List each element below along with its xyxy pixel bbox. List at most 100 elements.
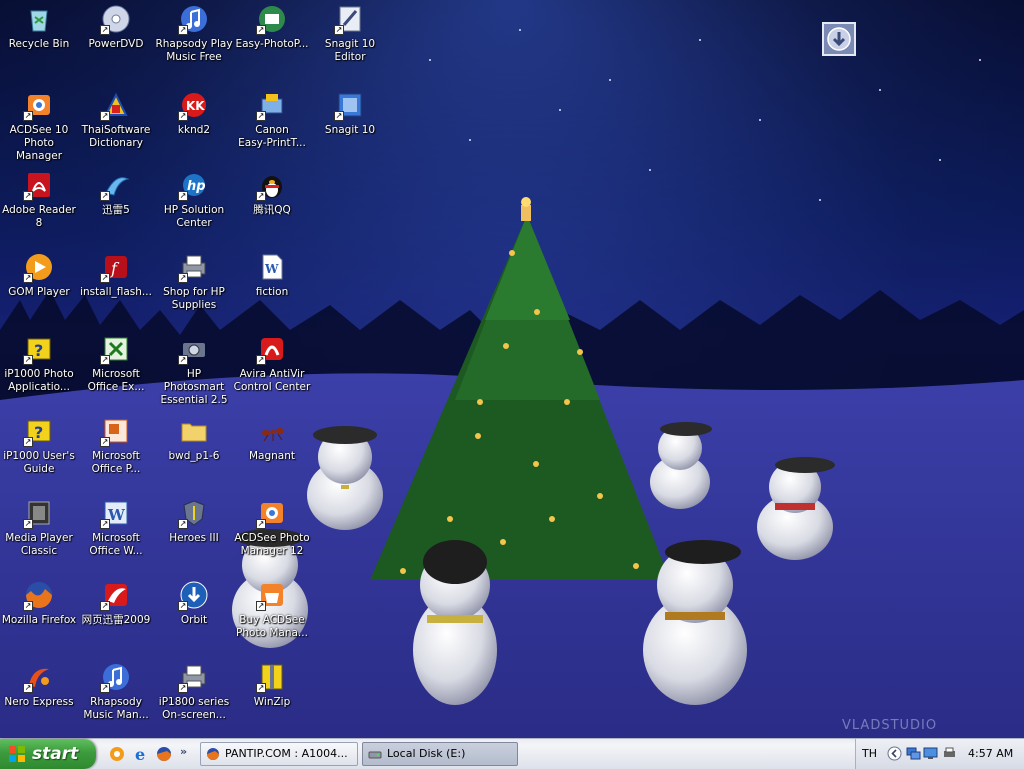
shortcut-arrow-icon: ↗ [100, 273, 110, 283]
svg-text:?: ? [34, 341, 43, 360]
desktop-icon[interactable]: hp ↗ HP Solution Center [155, 169, 233, 249]
desktop-icon[interactable]: ↗ 网页迅雷2009 [77, 579, 155, 659]
desktop-icon-label: iP1000 User's Guide [3, 450, 75, 475]
desktop-icon[interactable]: KK ↗ kknd2 [155, 89, 233, 169]
desktop-icon[interactable]: ↗ Snagit 10 [311, 89, 389, 169]
desktop-icon[interactable]: ↗ 腾讯QQ [233, 169, 311, 249]
download-icon: ↗ [178, 579, 210, 611]
desktop-icon[interactable]: ↗ Nero Express [0, 661, 78, 738]
svg-text:W: W [264, 262, 279, 276]
shortcut-arrow-icon: ↗ [178, 355, 188, 365]
desktop-icon[interactable]: ↗ Buy ACDSee Photo Mana... [233, 579, 311, 659]
desktop-icon[interactable]: ↗ GOM Player [0, 251, 78, 331]
thunder-web-icon: ↗ [100, 579, 132, 611]
desktop-icon[interactable]: ↗ iP1800 series On-screen... [155, 661, 233, 738]
windows-logo-icon [9, 746, 25, 762]
task-label: Local Disk (E:) [387, 747, 466, 760]
desktop-icon[interactable]: Magnant [233, 415, 311, 495]
clock[interactable]: 4:57 AM [968, 747, 1013, 760]
desktop-icon[interactable]: ↗ Shop for HP Supplies [155, 251, 233, 331]
printer-tray-icon[interactable] [942, 746, 957, 761]
desktop-icon-label: 网页迅雷2009 [81, 614, 151, 626]
desktop-icon[interactable]: ↗ PowerDVD [77, 3, 155, 83]
shortcut-arrow-icon: ↗ [178, 111, 188, 121]
desktop-icon[interactable]: ↗ ThaiSoftware Dictionary [77, 89, 155, 169]
desktop-icon[interactable]: ↗ HP Photosmart Essential 2.5 [155, 333, 233, 413]
desktop[interactable]: Recycle Bin ↗ PowerDVD ↗ Rhapsody Play Music… [0, 0, 1024, 738]
shortcut-arrow-icon: ↗ [178, 519, 188, 529]
photo-print-icon: ↗ [256, 3, 288, 35]
shortcut-arrow-icon: ↗ [178, 273, 188, 283]
desktop-icon-label: Rhapsody Music Man... [83, 696, 149, 721]
desktop-icon-label: Adobe Reader 8 [2, 204, 76, 229]
desktop-icon-label: WinZip [253, 696, 291, 708]
desktop-icon[interactable]: W ↗ Microsoft Office W... [77, 497, 155, 577]
quicklaunch-media-icon[interactable] [108, 745, 126, 763]
desktop-icon[interactable]: Wfiction [233, 251, 311, 331]
shortcut-arrow-icon: ↗ [100, 111, 110, 121]
network-icon[interactable] [906, 746, 921, 761]
quicklaunch-firefox-icon[interactable] [155, 745, 173, 763]
desktop-icon[interactable]: ↗ Avira AntiVir Control Center [233, 333, 311, 413]
shortcut-arrow-icon: ↗ [100, 355, 110, 365]
quicklaunch-overflow-chevron-icon[interactable]: » [180, 745, 187, 758]
desktop-icon[interactable]: ? ↗ iP1000 Photo Applicatio... [0, 333, 78, 413]
hp-icon: hp ↗ [178, 169, 210, 201]
language-indicator[interactable]: TH [862, 747, 877, 760]
thunder-icon: ↗ [100, 169, 132, 201]
taskbar-button-local-disk[interactable]: Local Disk (E:) [362, 742, 518, 766]
desktop-icon-label: iP1000 Photo Applicatio... [4, 368, 74, 393]
desktop-icon-label: Mozilla Firefox [1, 614, 77, 626]
desktop-icon[interactable]: Recycle Bin [0, 3, 78, 83]
svg-text:KK: KK [186, 99, 205, 113]
desktop-icon-label: Buy ACDSee Photo Mana... [236, 614, 308, 639]
desktop-icon[interactable]: ↗ Adobe Reader 8 [0, 169, 78, 249]
desktop-icon-label: Microsoft Office W... [89, 532, 143, 557]
task-label: PANTIP.COM : A1004... [225, 747, 348, 760]
desktop-icon[interactable]: ? ↗ iP1000 User's Guide [0, 415, 78, 495]
shortcut-arrow-icon: ↗ [256, 25, 266, 35]
desktop-icon-label: Orbit [180, 614, 208, 626]
firefox-icon: ↗ [23, 579, 55, 611]
desktop-icon[interactable]: bwd_p1-6 [155, 415, 233, 495]
excel-icon: ↗ [100, 333, 132, 365]
desktop-icon[interactable]: ↗ Rhapsody Music Man... [77, 661, 155, 738]
desktop-icon[interactable]: ↗ Orbit [155, 579, 233, 659]
help-book-icon: ? ↗ [23, 415, 55, 447]
desktop-icon[interactable]: ↗ Heroes III [155, 497, 233, 577]
display-icon[interactable] [923, 746, 938, 761]
start-button[interactable]: start [0, 739, 96, 769]
download-arrow-widget[interactable] [822, 22, 856, 56]
desktop-icon[interactable]: ↗ 迅雷5 [77, 169, 155, 249]
desktop-icon[interactable]: ↗ Easy-PhotoP... [233, 3, 311, 83]
wallpaper-watermark: VLADSTUDIO [842, 718, 938, 733]
shortcut-arrow-icon: ↗ [23, 273, 33, 283]
desktop-icon-label: Microsoft Office Ex... [87, 368, 145, 393]
taskbar-button-firefox[interactable]: PANTIP.COM : A1004... [200, 742, 358, 766]
desktop-icon[interactable]: ↗ ACDSee Photo Manager 12 [233, 497, 311, 577]
recycle-bin-icon [23, 3, 55, 35]
desktop-icon[interactable]: ↗ Canon Easy-PrintT... [233, 89, 311, 169]
desktop-icon-label: ThaiSoftware Dictionary [81, 124, 151, 149]
shortcut-arrow-icon: ↗ [23, 601, 33, 611]
dictionary-icon: ↗ [100, 89, 132, 121]
desktop-icon[interactable]: ↗ Microsoft Office P... [77, 415, 155, 495]
desktop-icon-label: Avira AntiVir Control Center [233, 368, 311, 393]
shortcut-arrow-icon: ↗ [100, 601, 110, 611]
shortcut-arrow-icon: ↗ [23, 437, 33, 447]
svg-text:hp: hp [187, 179, 206, 194]
desktop-icon[interactable]: f ↗ install_flash... [77, 251, 155, 331]
shortcut-arrow-icon: ↗ [256, 683, 266, 693]
desktop-icon[interactable]: ↗ WinZip [233, 661, 311, 738]
quicklaunch-ie-icon[interactable]: e [132, 745, 150, 763]
desktop-icon[interactable]: ↗ Media Player Classic [0, 497, 78, 577]
desktop-icon[interactable]: ↗ Mozilla Firefox [0, 579, 78, 659]
tray-expand-chevron-icon[interactable] [887, 746, 902, 761]
desktop-icon-label: Easy-PhotoP... [235, 38, 309, 50]
desktop-icon-label: Shop for HP Supplies [163, 286, 225, 311]
desktop-icon[interactable]: ↗ Microsoft Office Ex... [77, 333, 155, 413]
desktop-icon[interactable]: ↗ Rhapsody Play Music Free [155, 3, 233, 83]
shortcut-arrow-icon: ↗ [178, 601, 188, 611]
desktop-icon[interactable]: ↗ Snagit 10 Editor [311, 3, 389, 83]
desktop-icon[interactable]: ↗ ACDSee 10 Photo Manager [0, 89, 78, 169]
